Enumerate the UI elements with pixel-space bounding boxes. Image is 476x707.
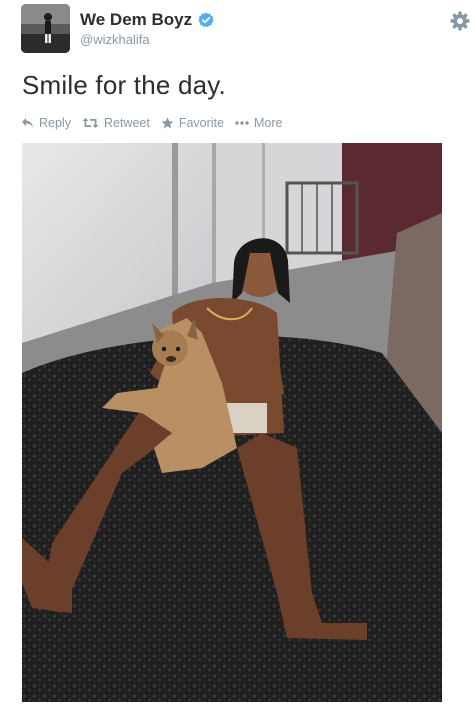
retweet-button[interactable]: Retweet (82, 116, 150, 130)
more-button[interactable]: More (235, 116, 282, 130)
reply-label: Reply (39, 116, 71, 130)
name-row: We Dem Boyz (80, 10, 214, 30)
avatar[interactable] (21, 4, 70, 53)
favorite-button[interactable]: Favorite (161, 116, 224, 130)
reply-arrow-icon (22, 118, 33, 128)
verified-badge-icon (198, 12, 214, 28)
tweet-actions: Reply Retweet Favorite More (21, 116, 293, 130)
reply-button[interactable]: Reply (21, 116, 71, 130)
display-name[interactable]: We Dem Boyz (80, 10, 192, 30)
tweet-text: Smile for the day. (22, 70, 226, 100)
star-icon (161, 117, 174, 129)
ellipsis-icon (235, 121, 249, 125)
gear-icon[interactable] (450, 11, 470, 31)
tweet-card: We Dem Boyz @wizkhalifa Smile for the da… (0, 0, 476, 707)
tweet-photo[interactable] (22, 143, 442, 702)
user-handle[interactable]: @wizkhalifa (80, 32, 150, 47)
more-label: More (253, 116, 283, 130)
retweet-label: Retweet (103, 116, 150, 130)
retweet-icon (82, 118, 99, 128)
favorite-label: Favorite (178, 116, 224, 130)
